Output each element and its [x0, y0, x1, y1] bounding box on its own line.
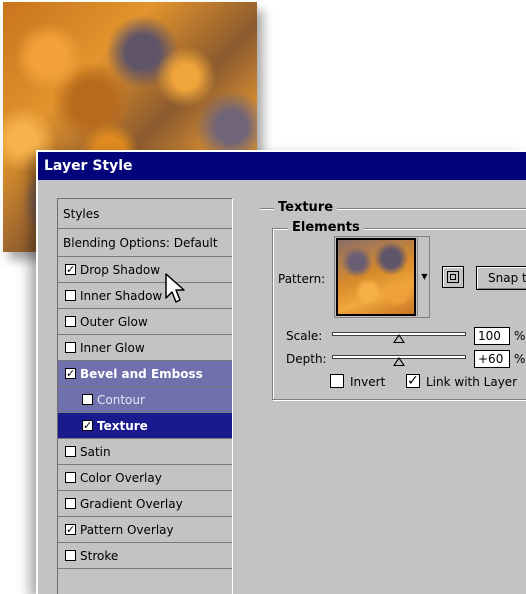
invert-label: Invert [350, 375, 386, 389]
dialog-title: Layer Style [38, 152, 526, 180]
elements-group-title: Elements [288, 220, 364, 235]
pattern-overlay-checkbox[interactable]: ✓ [65, 524, 76, 535]
style-item-contour[interactable]: Contour [58, 387, 232, 413]
styles-list: Styles Blending Options: Default ✓ Drop … [57, 198, 233, 594]
bevel-emboss-checkbox[interactable]: ✓ [65, 368, 76, 379]
style-item-outer-glow[interactable]: Outer Glow [58, 309, 232, 335]
inner-glow-checkbox[interactable] [65, 342, 76, 353]
style-item-satin[interactable]: Satin [58, 439, 232, 465]
style-item-drop-shadow[interactable]: ✓ Drop Shadow [58, 257, 232, 283]
style-item-pattern-overlay[interactable]: ✓ Pattern Overlay [58, 517, 232, 543]
style-item-bevel-emboss[interactable]: ✓ Bevel and Emboss [58, 361, 232, 387]
depth-label: Depth: [286, 352, 327, 366]
pattern-dropdown-icon[interactable]: ▼ [417, 238, 431, 316]
style-item-stroke[interactable]: Stroke [58, 543, 232, 569]
style-item-texture[interactable]: ✓ Texture [58, 413, 232, 439]
gradient-overlay-checkbox[interactable] [65, 498, 76, 509]
style-item-inner-glow[interactable]: Inner Glow [58, 335, 232, 361]
scale-unit: % [514, 329, 526, 343]
contour-checkbox[interactable] [82, 394, 93, 405]
new-preset-icon-inner [450, 274, 456, 280]
outer-glow-checkbox[interactable] [65, 316, 76, 327]
texture-checkbox[interactable]: ✓ [82, 420, 93, 431]
depth-input[interactable]: +60 [474, 350, 510, 368]
color-overlay-checkbox[interactable] [65, 472, 76, 483]
mouse-pointer-icon [165, 273, 185, 303]
invert-checkbox[interactable] [330, 374, 344, 388]
style-item-inner-shadow[interactable]: Inner Shadow [58, 283, 232, 309]
texture-section-title: Texture [274, 200, 338, 215]
link-with-layer-checkbox[interactable]: ✓ [406, 374, 420, 388]
stroke-checkbox[interactable] [65, 550, 76, 561]
depth-slider-thumb[interactable] [393, 357, 405, 366]
scale-label: Scale: [286, 329, 323, 343]
snap-to-origin-button[interactable]: Snap to [476, 266, 526, 290]
style-item-gradient-overlay[interactable]: Gradient Overlay [58, 491, 232, 517]
styles-header[interactable]: Styles [58, 199, 232, 229]
drop-shadow-checkbox[interactable]: ✓ [65, 264, 76, 275]
inner-shadow-checkbox[interactable] [65, 290, 76, 301]
link-with-layer-label: Link with Layer [426, 375, 518, 389]
satin-checkbox[interactable] [65, 446, 76, 457]
blending-options-item[interactable]: Blending Options: Default [58, 229, 232, 257]
layer-style-dialog: Layer Style Styles Blending Options: Def… [36, 150, 526, 594]
pattern-swatch[interactable] [336, 238, 416, 316]
new-preset-button[interactable] [442, 266, 464, 288]
depth-unit: % [514, 352, 526, 366]
style-item-color-overlay[interactable]: Color Overlay [58, 465, 232, 491]
scale-input[interactable]: 100 [474, 327, 510, 345]
scale-slider-thumb[interactable] [393, 334, 405, 343]
pattern-label: Pattern: [278, 272, 326, 286]
